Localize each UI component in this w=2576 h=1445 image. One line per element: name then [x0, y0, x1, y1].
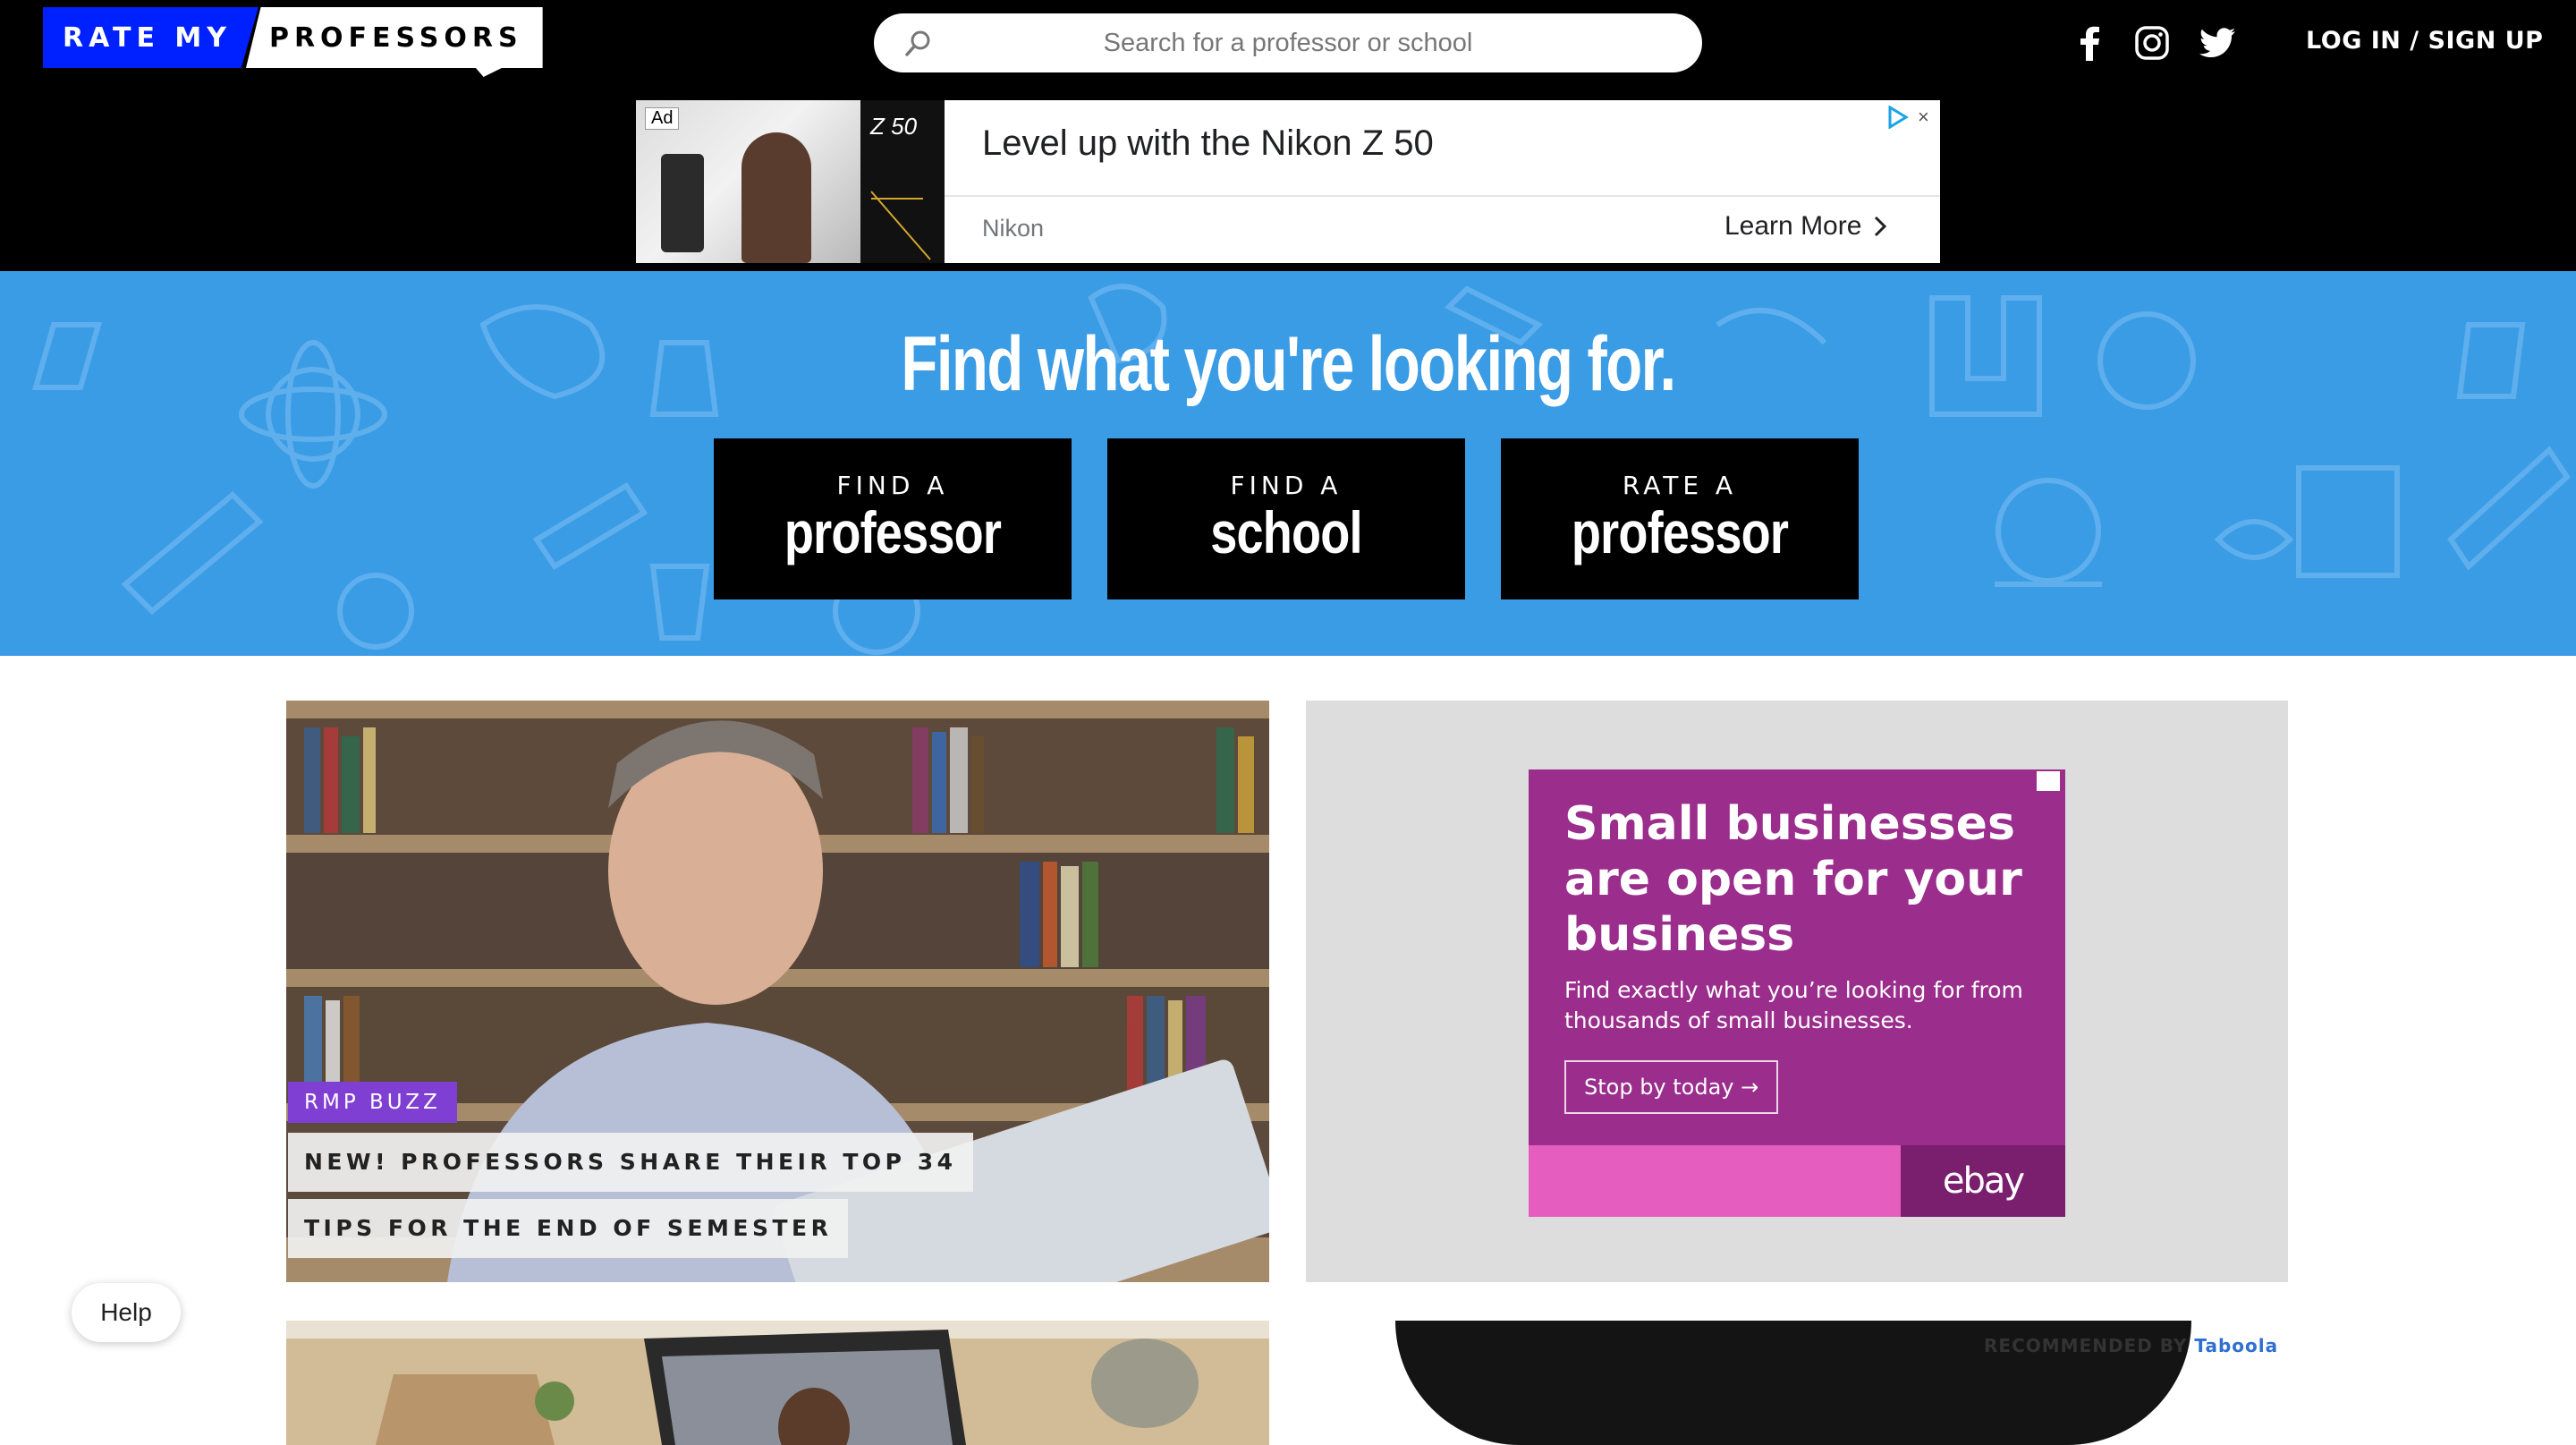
- ad-image: Ad: [636, 100, 860, 263]
- category-tag[interactable]: RMP BUZZ: [288, 1082, 457, 1123]
- hero-banner: Find what you're looking for. FIND A pro…: [0, 271, 2576, 656]
- rate-professor-small-label: RATE A: [1622, 471, 1738, 500]
- ad-close-icon[interactable]: ×: [1918, 106, 1929, 129]
- adchoices-icon[interactable]: [2035, 769, 2062, 793]
- taboola-logo: Taboola: [2194, 1335, 2279, 1356]
- ad-headline[interactable]: Level up with the Nikon Z 50: [982, 123, 1434, 164]
- site-header: RATE MY PROFESSORS LOG IN / SIGN UP Ad Z…: [0, 0, 2576, 271]
- facebook-icon[interactable]: [2070, 23, 2109, 63]
- recommended-by-label[interactable]: RECOMMENDED BY Taboola: [1984, 1335, 2278, 1356]
- logo-speech-tail: [470, 61, 516, 77]
- rate-professor-button[interactable]: RATE A professor: [1501, 438, 1859, 599]
- ebay-ad-title: Small businesses are open for your busin…: [1564, 797, 2022, 962]
- ebay-ad[interactable]: Small businesses are open for your busin…: [1529, 769, 2065, 1217]
- search-input[interactable]: [874, 13, 1702, 72]
- rate-professor-big-label: professor: [1571, 499, 1789, 565]
- ad-product-label: Z 50: [870, 113, 918, 140]
- instagram-icon[interactable]: [2132, 23, 2172, 63]
- second-article-photo: [286, 1321, 1269, 1445]
- find-school-small-label: FIND A: [1230, 471, 1343, 500]
- help-button[interactable]: Help: [72, 1283, 181, 1342]
- article-headline-line-1[interactable]: NEW! PROFESSORS SHARE THEIR TOP 34: [288, 1133, 973, 1192]
- logo-rate-my: RATE MY: [43, 7, 258, 68]
- find-professor-big-label: professor: [784, 499, 1002, 565]
- site-logo[interactable]: RATE MY PROFESSORS: [43, 7, 543, 68]
- ad-text-panel: Level up with the Nikon Z 50 Nikon Learn…: [945, 100, 1940, 263]
- search-bar[interactable]: [874, 13, 1702, 72]
- second-article-card[interactable]: [286, 1321, 1269, 1445]
- ebay-ad-cta-button[interactable]: Stop by today →: [1564, 1060, 1779, 1114]
- article-headline-line-2[interactable]: TIPS FOR THE END OF SEMESTER: [288, 1199, 849, 1258]
- ad-learn-more-button[interactable]: Learn More: [1724, 211, 1887, 242]
- top-banner-ad[interactable]: Ad Z 50 Level up with the Nikon Z 50 Nik…: [636, 100, 1940, 263]
- recommended-text: RECOMMENDED BY: [1984, 1335, 2188, 1356]
- article-photo: [286, 701, 1269, 1282]
- find-school-button[interactable]: FIND A school: [1107, 438, 1465, 599]
- ad-brand: Nikon: [982, 215, 1045, 242]
- find-professor-small-label: FIND A: [836, 471, 949, 500]
- camera-shape: [661, 154, 704, 252]
- ad-badge: Ad: [645, 107, 680, 130]
- ebay-ad-bottom-bar: [1529, 1145, 1901, 1217]
- find-school-big-label: school: [1210, 499, 1362, 565]
- ad-divider: [945, 195, 1940, 197]
- ebay-logo: ebay: [1901, 1145, 2065, 1217]
- hero-title: Find what you're looking for.: [901, 321, 1676, 407]
- feature-article-card[interactable]: [286, 701, 1269, 1282]
- ad-cta-label: Learn More: [1724, 211, 1862, 241]
- adchoices-icon[interactable]: [1886, 106, 1910, 129]
- login-signup-link[interactable]: LOG IN / SIGN UP: [2306, 23, 2543, 59]
- chevron-right-icon: [1875, 216, 1887, 237]
- ebay-ad-subtitle: Find exactly what you’re looking for fro…: [1564, 977, 2023, 1033]
- person-shape: [741, 132, 811, 263]
- twitter-icon[interactable]: [2198, 23, 2237, 63]
- find-professor-button[interactable]: FIND A professor: [714, 438, 1072, 599]
- logo-professors: PROFESSORS: [245, 7, 543, 68]
